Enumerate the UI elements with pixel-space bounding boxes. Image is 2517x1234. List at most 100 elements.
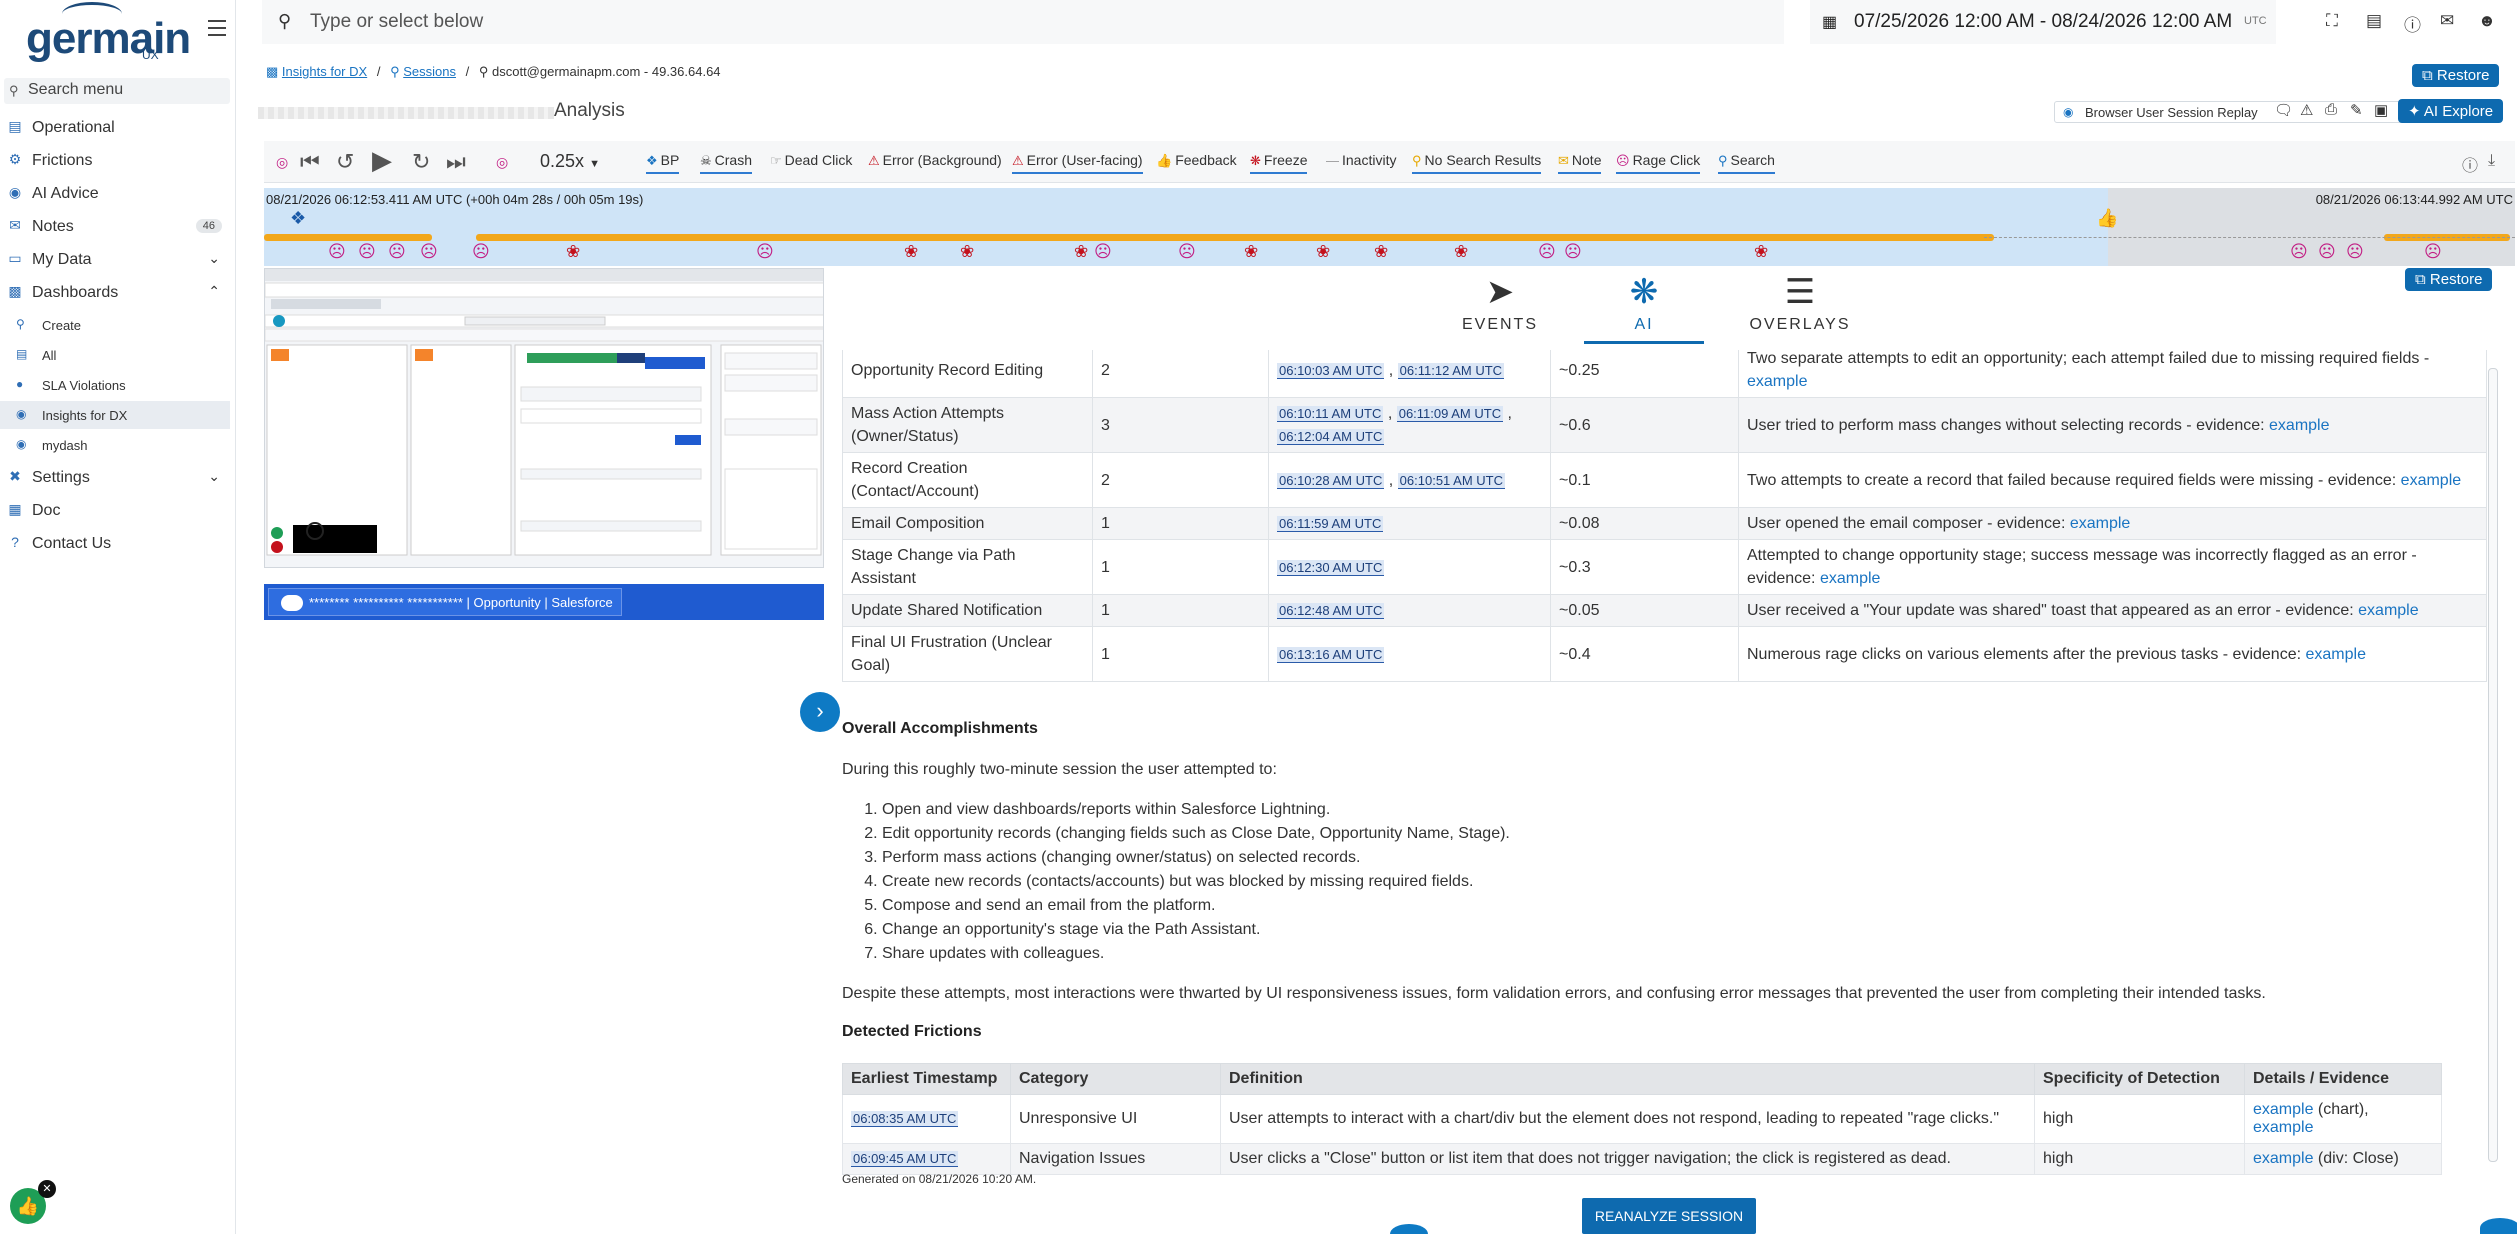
- timestamp-link[interactable]: 06:13:16 AM UTC: [1277, 646, 1385, 663]
- reanalyze-session-button[interactable]: REANALYZE SESSION: [1582, 1198, 1756, 1234]
- session-replay-viewport[interactable]: [264, 268, 824, 568]
- timestamp-link[interactable]: 06:11:09 AM UTC: [1396, 406, 1504, 422]
- rage-click-marker-icon[interactable]: ☹: [1538, 242, 1556, 262]
- filter-inactivity[interactable]: — Inactivity: [1326, 152, 1396, 171]
- crash-marker-icon[interactable]: ❀: [1374, 242, 1388, 262]
- sidebar-item-doc[interactable]: ▦ Doc: [0, 496, 232, 526]
- menu-search-input[interactable]: ⚲ Search menu: [4, 78, 230, 104]
- rage-click-marker-icon[interactable]: ☹: [1564, 242, 1582, 262]
- rage-click-marker-icon[interactable]: ☹: [358, 242, 376, 262]
- sidebar-item-frictions[interactable]: ⚙ Frictions: [0, 146, 232, 176]
- prev-event-icon[interactable]: ◎: [276, 154, 288, 171]
- timestamp-link[interactable]: 06:11:59 AM UTC: [1277, 516, 1384, 532]
- filter-search[interactable]: ⚲ Search: [1718, 152, 1775, 174]
- filter-dead-click[interactable]: ☞ Dead Click: [770, 152, 852, 172]
- rewind-icon[interactable]: ↺: [336, 149, 354, 175]
- bp-marker-icon[interactable]: ❖: [290, 208, 306, 229]
- filter-note[interactable]: ✉ Note: [1558, 152, 1602, 174]
- restore-button[interactable]: ⧉ Restore: [2412, 64, 2500, 87]
- chat-button[interactable]: [2480, 1218, 2517, 1234]
- rage-click-marker-icon[interactable]: ☹: [2290, 242, 2308, 262]
- rage-click-marker-icon[interactable]: ☹: [1178, 242, 1196, 262]
- sidebar-sub-insights-for-dx[interactable]: ◉ Insights for DX: [0, 401, 230, 429]
- timestamp-link[interactable]: 06:09:45 AM UTC: [851, 1151, 959, 1167]
- tab-events[interactable]: ➤ EVENTS: [1440, 268, 1560, 344]
- rage-click-marker-icon[interactable]: ☹: [2424, 242, 2442, 262]
- comment-icon[interactable]: 🗨: [2274, 101, 2293, 119]
- sidebar-item-dashboards[interactable]: ▩ Dashboards ⌃: [0, 278, 232, 308]
- timestamp-link[interactable]: 06:10:28 AM UTC: [1277, 472, 1385, 489]
- evidence-link[interactable]: example: [1820, 570, 1880, 587]
- sidebar-sub-sla-violations[interactable]: ● SLA Violations: [0, 371, 230, 399]
- filter-freeze[interactable]: ❋ Freeze: [1250, 152, 1308, 174]
- sidebar-item-operational[interactable]: ▤ Operational: [0, 113, 232, 143]
- filter-rage-click[interactable]: ☹ Rage Click: [1616, 152, 1701, 174]
- restore-panel-button[interactable]: ⧉ Restore: [2405, 268, 2493, 291]
- browser-tab[interactable]: ******** ********** *********** | Opport…: [268, 588, 622, 616]
- next-event-icon[interactable]: ◎: [496, 154, 508, 171]
- fullscreen-icon[interactable]: ⛶: [2326, 11, 2338, 31]
- timestamp-link[interactable]: 06:10:51 AM UTC: [1397, 472, 1505, 489]
- content-scrollbar[interactable]: [2488, 368, 2498, 1162]
- rage-click-marker-icon[interactable]: ☹: [2346, 242, 2364, 262]
- rage-click-marker-icon[interactable]: ☹: [472, 242, 490, 262]
- feedback-marker-icon[interactable]: 👍: [2096, 208, 2118, 229]
- forward-icon[interactable]: ↻: [412, 149, 430, 175]
- session-replay-selector[interactable]: ◉ Browser User Session Replay: [2054, 101, 2448, 123]
- crash-marker-icon[interactable]: ❀: [1754, 242, 1768, 262]
- filter-feedback[interactable]: 👍 Feedback: [1156, 152, 1237, 172]
- download-icon[interactable]: ⤓: [2488, 152, 2495, 170]
- info-icon[interactable]: ⓘ: [2462, 152, 2478, 176]
- rage-click-marker-icon[interactable]: ☹: [1094, 242, 1112, 262]
- close-icon[interactable]: ✕: [38, 1180, 56, 1198]
- sidebar-item-my-data[interactable]: ▭ My Data ⌄: [0, 245, 232, 275]
- expand-panel-button[interactable]: ›: [800, 692, 840, 732]
- rage-click-marker-icon[interactable]: ☹: [328, 242, 346, 262]
- session-timeline[interactable]: 08/21/2026 06:12:53.411 AM UTC (+00h 04m…: [264, 188, 2515, 266]
- tab-ai[interactable]: ❋ AI: [1584, 268, 1704, 344]
- skip-end-icon[interactable]: ⏭: [446, 149, 466, 175]
- breadcrumb-insights[interactable]: Insights for DX: [282, 64, 367, 79]
- timestamp-link[interactable]: 06:10:11 AM UTC: [1277, 406, 1384, 422]
- evidence-link[interactable]: example: [2401, 472, 2461, 489]
- timestamp-link[interactable]: 06:12:30 AM UTC: [1277, 559, 1385, 576]
- sidebar-item-ai-advice[interactable]: ◉ AI Advice: [0, 179, 232, 209]
- play-icon[interactable]: ▶: [372, 145, 392, 176]
- crash-marker-icon[interactable]: ❀: [566, 242, 580, 262]
- evidence-link[interactable]: example: [2253, 1119, 2313, 1136]
- crash-marker-icon[interactable]: ❀: [1454, 242, 1468, 262]
- evidence-link[interactable]: example: [2305, 646, 2365, 663]
- timestamp-link[interactable]: 06:12:48 AM UTC: [1277, 603, 1385, 619]
- timestamp-link[interactable]: 06:10:03 AM UTC: [1277, 362, 1385, 379]
- evidence-link[interactable]: example: [2253, 1101, 2313, 1118]
- crash-marker-icon[interactable]: ❀: [1316, 242, 1330, 262]
- ai-explore-button[interactable]: ✦ AI Explore: [2398, 99, 2504, 123]
- print-icon[interactable]: ⎙: [2325, 101, 2337, 118]
- sidebar-item-contact-us[interactable]: ? Contact Us: [0, 529, 232, 559]
- rage-click-marker-icon[interactable]: ☹: [756, 242, 774, 262]
- timestamp-link[interactable]: 06:12:04 AM UTC: [1277, 429, 1385, 445]
- filter-bp[interactable]: ❖ BP: [646, 152, 680, 174]
- sidebar-sub-create[interactable]: ⚲ Create: [0, 311, 230, 339]
- sidebar-sub-mydash[interactable]: ◉ mydash: [0, 431, 230, 459]
- sidebar-item-settings[interactable]: ✖ Settings ⌄: [0, 463, 232, 493]
- user-icon[interactable]: ☻: [2478, 11, 2496, 31]
- edit-icon[interactable]: ✎: [2350, 101, 2363, 119]
- rage-click-marker-icon[interactable]: ☹: [2318, 242, 2336, 262]
- filter-crash[interactable]: ☠ Crash: [700, 152, 753, 174]
- filter-no-search-results[interactable]: ⚲ No Search Results: [1412, 152, 1542, 174]
- timestamp-link[interactable]: 06:11:12 AM UTC: [1397, 362, 1505, 379]
- sidebar-item-notes[interactable]: ✉ Notes 46: [0, 212, 232, 242]
- timestamp-link[interactable]: 06:08:35 AM UTC: [851, 1111, 959, 1127]
- crash-marker-icon[interactable]: ❀: [1074, 242, 1088, 262]
- logo[interactable]: germain: [26, 14, 191, 64]
- date-range-picker[interactable]: ▦ 07/25/2026 12:00 AM - 08/24/2026 12:00…: [1810, 0, 2276, 44]
- warning-icon[interactable]: ⚠: [2300, 101, 2313, 119]
- tab-overlays[interactable]: ☰ OVERLAYS: [1740, 268, 1860, 344]
- evidence-link[interactable]: example: [2358, 602, 2418, 619]
- evidence-link[interactable]: example: [1747, 373, 1807, 390]
- sidebar-sub-all[interactable]: ▤ All: [0, 341, 230, 369]
- evidence-link[interactable]: example: [2070, 515, 2130, 532]
- save-icon[interactable]: ▣: [2374, 101, 2388, 119]
- menu-toggle-icon[interactable]: [208, 20, 226, 41]
